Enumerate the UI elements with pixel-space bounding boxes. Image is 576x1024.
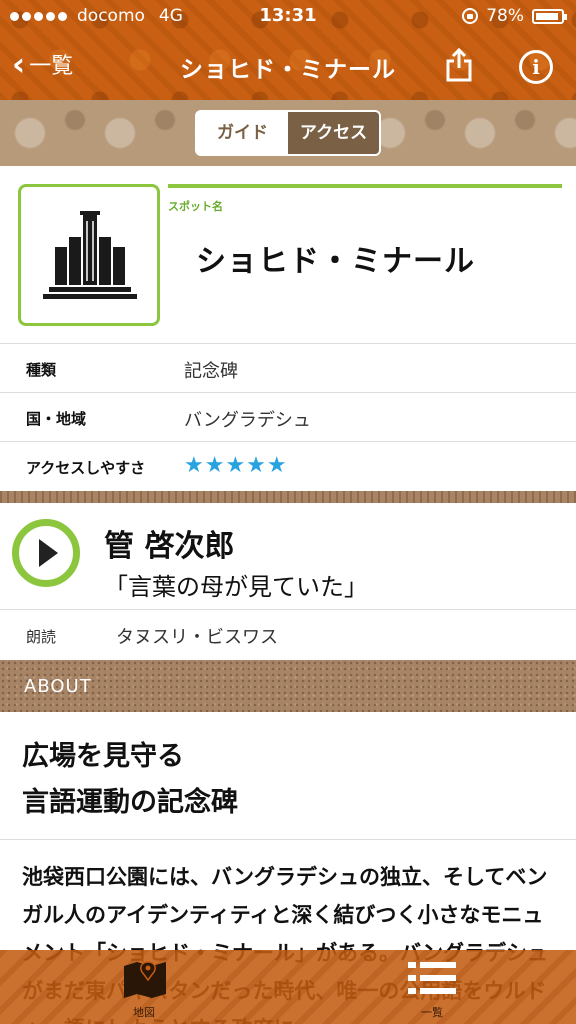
page-title: ショヒド・ミナール [180, 57, 396, 83]
segmented-control: ガイド アクセス [195, 110, 381, 156]
attribute-key: 国・地域 [26, 410, 87, 428]
tab-list-label: 一覧 [421, 1006, 443, 1019]
tab-map[interactable]: 地図 [74, 950, 214, 1024]
monument-icon [43, 211, 137, 299]
spot-accent-line [168, 184, 562, 188]
audio-section: 管 啓次郎 「言葉の母が見ていた」 [0, 503, 576, 610]
segment-access[interactable]: アクセス [288, 112, 379, 154]
status-bar: docomo 4G 13:31 78% [0, 0, 576, 34]
reader-label: 朗読 [26, 628, 57, 646]
spot-icon-frame [18, 184, 160, 326]
attribute-value: バングラデシュ [184, 410, 311, 431]
status-right: 78% [462, 6, 567, 26]
battery-percent: 78% [486, 6, 524, 26]
work-title: 「言葉の母が見ていた」 [104, 573, 368, 601]
reader-name: タヌスリ・ビスワス [116, 627, 278, 648]
spot-card: スポット名 ショヒド・ミナール [0, 166, 576, 344]
tab-map-label: 地図 [133, 1006, 155, 1019]
play-button[interactable] [12, 519, 80, 587]
rating-stars: ★★★★★ [184, 453, 288, 478]
headline-line-2: 言語運動の記念碑 [22, 787, 238, 818]
segment-band: ガイド アクセス [0, 100, 576, 166]
navigation-bar: ‹ 一覧 ショヒド・ミナール i [0, 36, 576, 96]
about-headline: 広場を見守る 言語運動の記念碑 [0, 712, 576, 840]
map-icon [124, 961, 166, 998]
segment-guide[interactable]: ガイド [197, 112, 288, 154]
attribute-key: 種類 [26, 361, 57, 379]
attribute-row-region: 国・地域 バングラデシュ [0, 393, 576, 442]
share-icon[interactable] [444, 48, 474, 82]
battery-icon [532, 8, 567, 24]
reader-row: 朗読 タヌスリ・ビスワス [0, 610, 576, 660]
about-header: ABOUT [0, 660, 576, 712]
list-icon [408, 962, 456, 994]
attribute-row-accessibility: アクセスしやすさ ★★★★★ [0, 442, 576, 491]
attribute-row-type: 種類 記念碑 [0, 344, 576, 393]
attribute-key: アクセスしやすさ [26, 459, 146, 477]
spot-name: ショヒド・ミナール [196, 244, 475, 279]
section-divider [0, 491, 576, 503]
tab-bar: 地図 一覧 [0, 950, 576, 1024]
spot-label: スポット名 [168, 200, 223, 213]
top-bar: docomo 4G 13:31 78% ‹ 一覧 ショヒド・ミナール i [0, 0, 576, 100]
info-icon[interactable]: i [519, 50, 553, 84]
about-title: ABOUT [24, 676, 92, 697]
tab-list[interactable]: 一覧 [362, 950, 502, 1024]
headline-line-1: 広場を見守る [22, 741, 184, 772]
attribute-value: 記念碑 [184, 361, 238, 382]
author-name: 管 啓次郎 [104, 529, 235, 564]
rotation-lock-icon [462, 8, 479, 24]
